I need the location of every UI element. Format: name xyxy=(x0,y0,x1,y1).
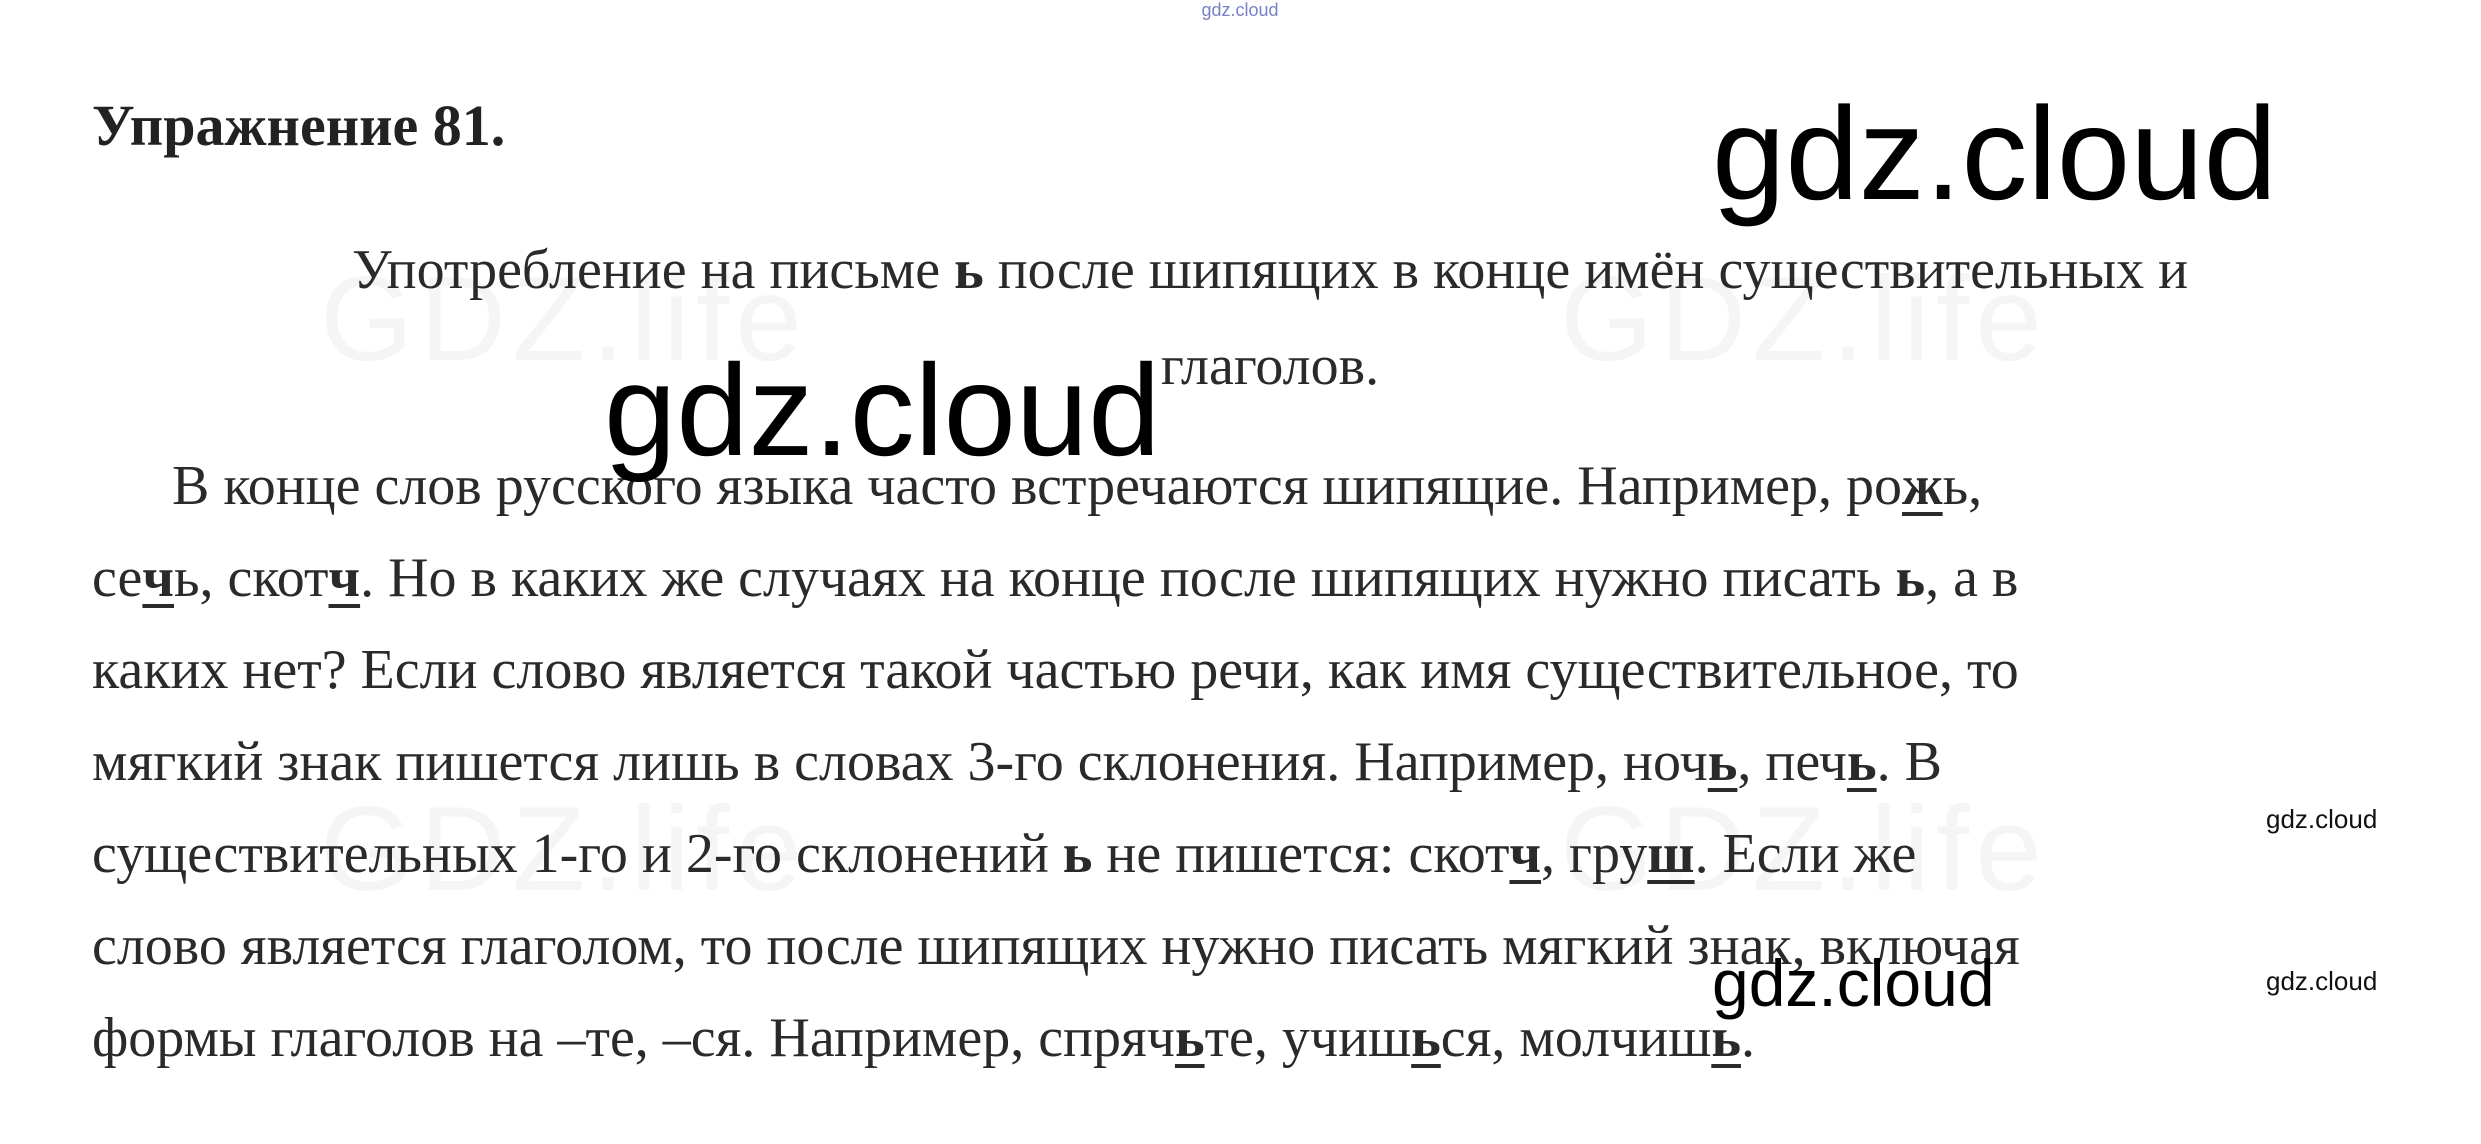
soft-sign: ь xyxy=(954,239,984,301)
soft-sign: ь xyxy=(1062,823,1093,885)
text-run: каких нет? Если слово является такой час… xyxy=(92,639,2019,701)
highlighted-letter: ь xyxy=(1411,1007,1441,1069)
highlighted-letter: ч xyxy=(1509,823,1542,885)
text-run: , печ xyxy=(1737,731,1847,793)
watermark-logo: gdz.cloud xyxy=(1712,80,2278,227)
watermark-logo: gdz.cloud xyxy=(604,337,1161,483)
highlighted-letter: ь xyxy=(1174,1007,1205,1069)
highlighted-letter: ь xyxy=(1707,731,1738,793)
paragraph-line: формы глаголов на –те, –ся. Например, сп… xyxy=(92,992,2452,1084)
text-run: се xyxy=(92,547,143,609)
highlighted-letter: ш xyxy=(1647,823,1695,885)
topic-subtitle: Употребление на письме ь после шипящих в… xyxy=(160,222,2380,414)
highlighted-letter: ч xyxy=(328,547,361,609)
paragraph-line: В конце слов русского языка часто встреч… xyxy=(92,440,2481,532)
paragraph-line: каких нет? Если слово является такой час… xyxy=(92,624,2452,716)
subtitle-text: после шипящих в конце имён существительн… xyxy=(983,239,2189,301)
text-run: ь, xyxy=(1942,455,1983,517)
text-run: мягкий знак пишется лишь в словах 3-го с… xyxy=(92,731,1708,793)
paragraph-line: существительных 1-го и 2-го склонений ь … xyxy=(92,808,2452,900)
text-run: не пишется: скот xyxy=(1092,823,1510,885)
subtitle-text: глаголов. xyxy=(1160,335,1380,397)
text-run: , гру xyxy=(1541,823,1648,885)
text-run: ь, скот xyxy=(174,547,329,609)
paragraph-line: слово является глаголом, то после шипящи… xyxy=(92,900,2452,992)
highlighted-letter: ч xyxy=(142,547,174,609)
text-run: . В xyxy=(1876,731,1942,793)
text-run: те, учиш xyxy=(1204,1007,1412,1069)
exercise-heading: Упражнение 81. xyxy=(92,93,506,158)
subtitle-text: Употребление на письме xyxy=(351,239,955,301)
soft-sign: ь xyxy=(1895,547,1926,609)
highlighted-letter: ж xyxy=(1902,455,1943,517)
watermark-small: gdz.cloud xyxy=(2266,804,2378,834)
paragraph-line: мягкий знак пишется лишь в словах 3-го с… xyxy=(92,716,2452,808)
text-run: ся, молчиш xyxy=(1440,1007,1712,1069)
top-watermark: gdz.cloud xyxy=(1201,0,1279,20)
text-run: существительных 1-го и 2-го склонений xyxy=(92,823,1063,885)
text-run: формы глаголов на –те, –ся. Например, сп… xyxy=(92,1007,1175,1069)
text-run: , а в xyxy=(1925,547,2019,609)
watermark-logo: gdz.cloud xyxy=(1712,946,1995,1020)
paragraph-line: сечь, скотч. Но в каких же случаях на ко… xyxy=(92,532,2452,624)
highlighted-letter: ь xyxy=(1846,731,1877,793)
text-run: . Но в каких же случаях на конце после ш… xyxy=(360,547,1896,609)
text-run: . Если же xyxy=(1694,823,1917,885)
watermark-small: gdz.cloud xyxy=(2266,966,2378,996)
